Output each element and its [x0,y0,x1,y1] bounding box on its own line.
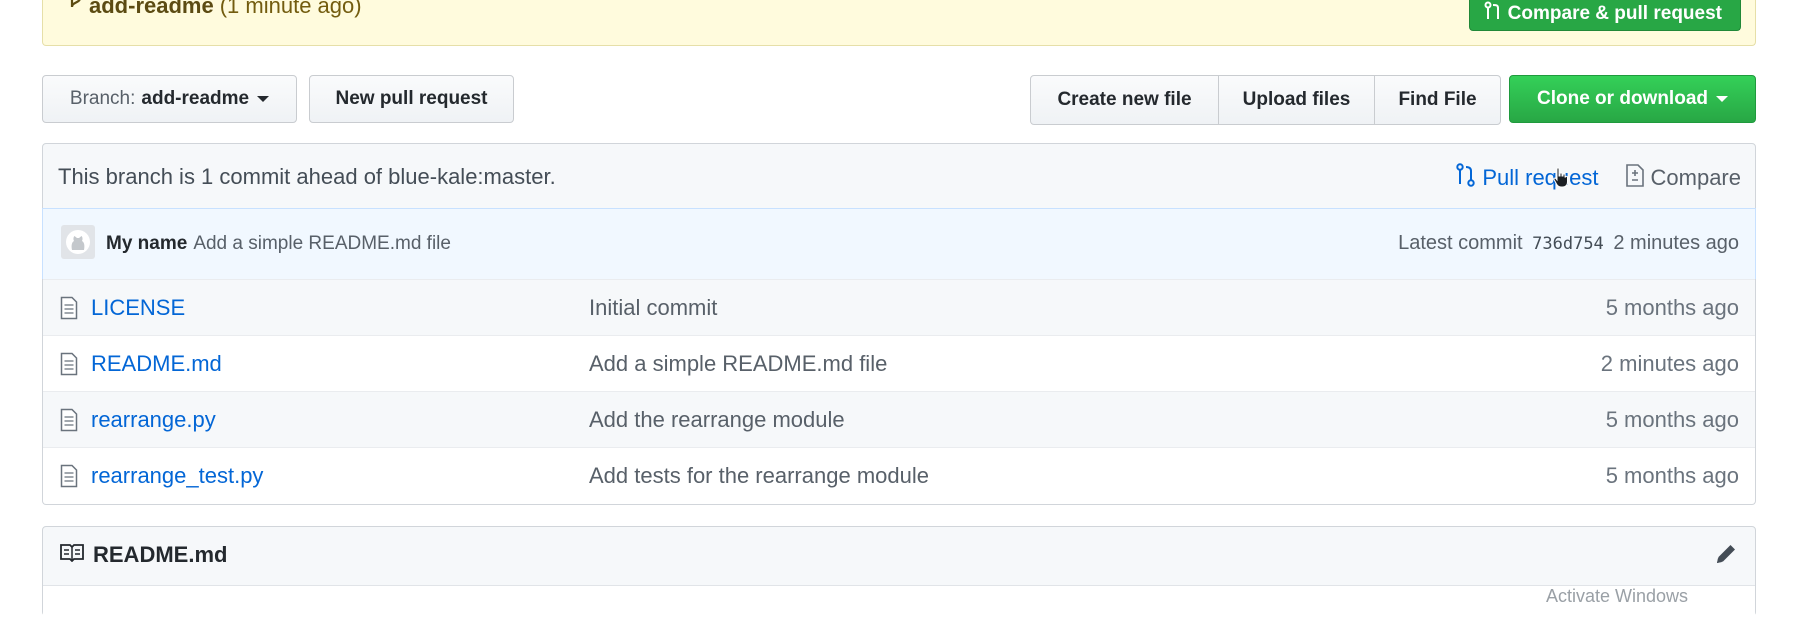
commit-summary: My name Add a simple README.md file [106,233,451,255]
compare-pull-request-button[interactable]: Compare & pull request [1468,0,1741,31]
chevron-down-icon [1716,96,1728,102]
find-file-button[interactable]: Find File [1374,75,1501,125]
branch-status-bar: This branch is 1 commit ahead of blue-ka… [42,143,1756,209]
file-age: 5 months ago [1605,295,1739,320]
branch-icon [69,0,83,19]
latest-commit-bar: My name Add a simple README.md file Lates… [42,208,1756,280]
commit-sha[interactable]: 736d754 [1532,234,1604,254]
pull-request-icon [1456,163,1476,193]
commit-author[interactable]: My name [106,233,187,254]
compare-pull-request-label: Compare & pull request [1507,3,1722,24]
branch-select-button[interactable]: Branch: add-readme [42,75,297,123]
file-age: 5 months ago [1605,407,1739,432]
upload-files-button[interactable]: Upload files [1218,75,1375,125]
file-icon [60,464,78,493]
branch-status-text: This branch is 1 commit ahead of blue-ka… [58,164,556,189]
file-commit-message[interactable]: Add a simple README.md file [589,351,887,377]
file-commit-message[interactable]: Initial commit [589,295,717,321]
new-pull-request-button[interactable]: New pull request [309,75,514,123]
file-icon [60,408,78,437]
table-row: rearrange.py Add the rearrange module 5 … [43,391,1755,448]
github-octocat-icon [66,230,90,254]
file-age: 5 months ago [1605,463,1739,488]
clone-or-download-button[interactable]: Clone or download [1509,75,1756,123]
edit-readme-button[interactable] [1713,541,1739,572]
file-name-link[interactable]: README.md [91,351,222,377]
pencil-icon [1717,545,1735,563]
file-commit-message[interactable]: Add the rearrange module [589,407,845,433]
chevron-down-icon [257,96,270,102]
pull-request-icon [1484,1,1502,27]
banner-time: (1 minute ago) [219,0,362,18]
banner-branch-info: add-readme (1 minute ago) [69,0,362,19]
mouse-cursor-icon [1552,166,1570,193]
file-name-link[interactable]: rearrange.py [91,407,216,433]
file-name-link[interactable]: LICENSE [91,295,185,321]
table-row: LICENSE Initial commit 5 months ago [43,279,1755,336]
commit-meta: Latest commit 736d754 2 minutes ago [1398,232,1739,255]
diff-icon [1625,162,1645,194]
file-actions-group: Create new file Upload files Find File [1030,75,1501,125]
file-list: LICENSE Initial commit 5 months ago READ… [42,279,1756,505]
file-age: 2 minutes ago [1600,351,1739,376]
activate-windows-watermark: Activate Windows [1546,586,1689,606]
latest-commit-label: Latest commit [1398,232,1523,254]
banner-branch-name[interactable]: add-readme [89,0,214,19]
readme-content [43,586,1755,626]
compare-link[interactable]: Compare [1625,162,1741,194]
create-new-file-button[interactable]: Create new file [1030,75,1219,125]
readme-header: README.md [59,542,227,568]
recent-push-banner: add-readme (1 minute ago) Compare & pull… [42,0,1756,46]
commit-time: 2 minutes ago [1613,232,1739,254]
readme-panel: README.md [42,526,1756,626]
readme-title: README.md [93,542,228,567]
commit-message[interactable]: Add a simple README.md file [193,233,451,254]
branch-select-name: add-readme [141,88,250,109]
clone-or-download-label: Clone or download [1537,88,1708,109]
book-icon [59,542,85,568]
branch-select-prefix: Branch: [69,88,136,109]
file-commit-message[interactable]: Add tests for the rearrange module [589,463,929,489]
file-name-link[interactable]: rearrange_test.py [91,463,263,489]
compare-label: Compare [1650,165,1741,190]
branch-status-actions: Pull request Compare [1456,162,1741,194]
file-icon [60,352,78,381]
file-icon [60,296,78,325]
avatar[interactable] [61,225,95,259]
pull-request-link[interactable]: Pull request [1456,163,1599,193]
pull-request-label: Pull request [1482,165,1599,190]
table-row: README.md Add a simple README.md file 2 … [43,335,1755,392]
table-row: rearrange_test.py Add tests for the rear… [43,447,1755,504]
